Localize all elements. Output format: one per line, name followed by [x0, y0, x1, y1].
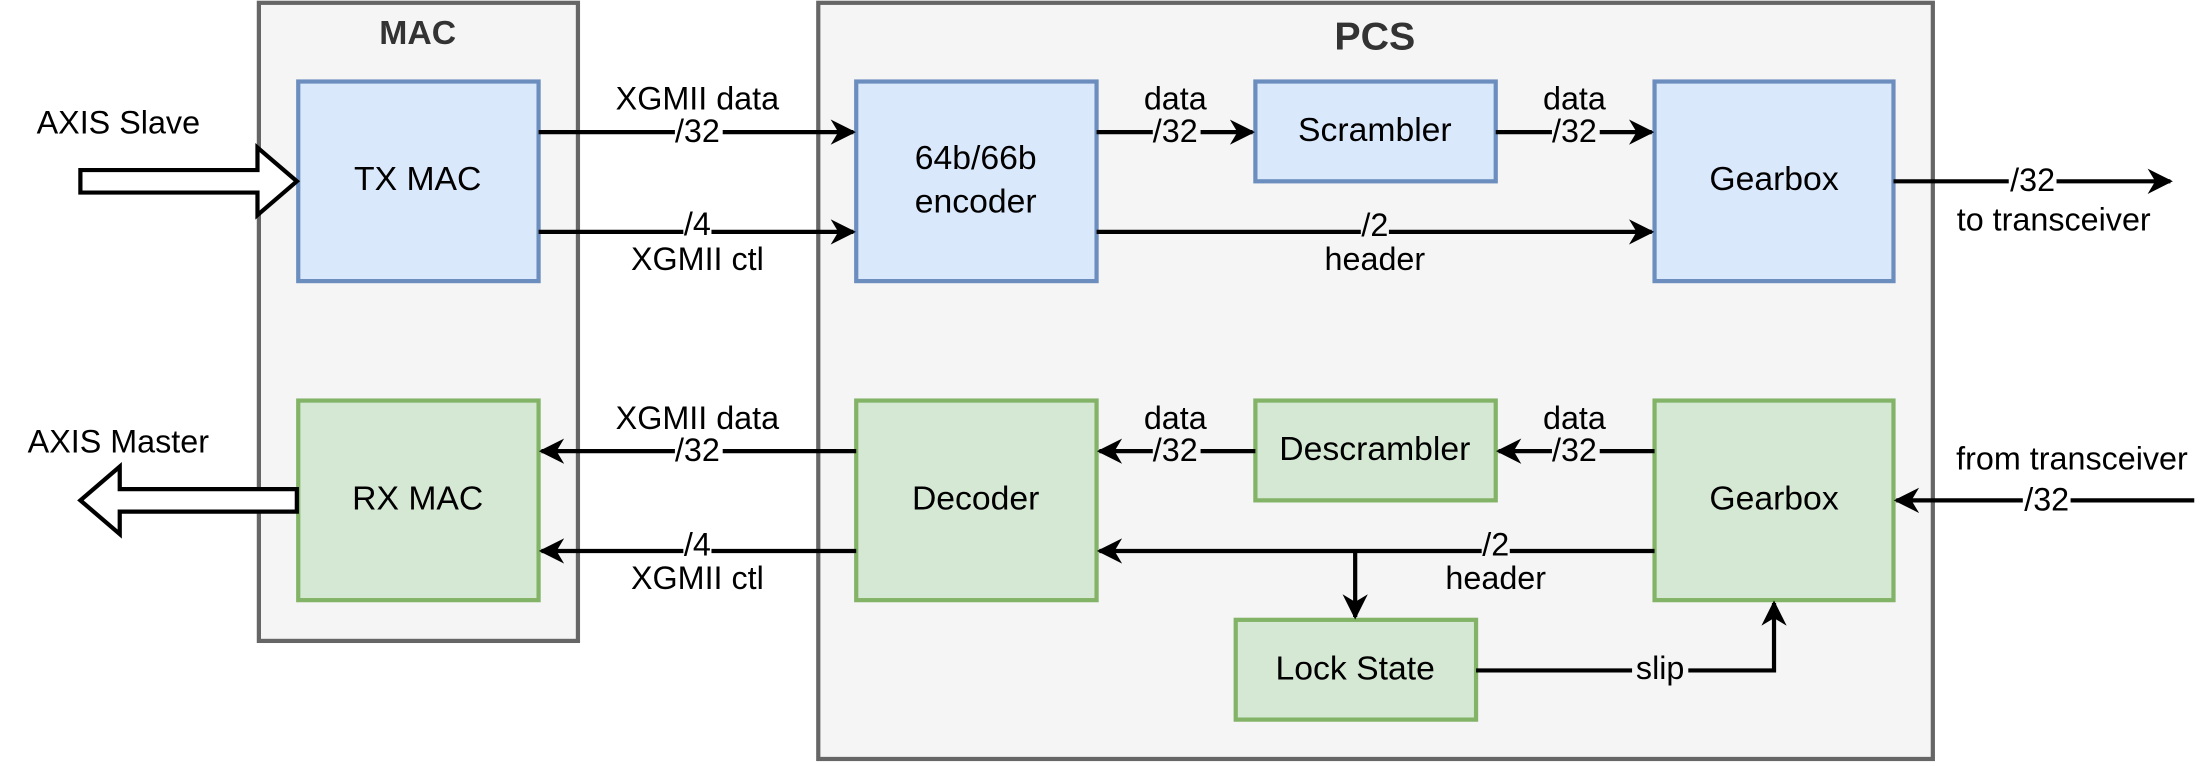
svg-text:XGMII data: XGMII data — [616, 81, 779, 117]
svg-text:/32: /32 — [2010, 162, 2055, 198]
svg-text:/4: /4 — [684, 206, 711, 242]
svg-text:/32: /32 — [675, 432, 720, 468]
pcs-mac-block-diagram: MAC PCS TX MAC 64b/66b encoder Scrambler… — [28, 0, 2195, 762]
svg-text:/32: /32 — [1552, 432, 1597, 468]
svg-text:XGMII data: XGMII data — [616, 400, 779, 436]
svg-text:data: data — [1144, 81, 1207, 117]
decoder-label: Decoder — [912, 479, 1039, 517]
svg-text:XGMII ctl: XGMII ctl — [631, 560, 764, 596]
svg-text:/32: /32 — [675, 113, 720, 149]
axis-master-label: AXIS Master — [28, 424, 210, 460]
rx-xgmii-ctl-wire: /4 XGMII ctl — [538, 526, 857, 596]
svg-text:from transceiver: from transceiver — [1956, 441, 2188, 477]
mac-title: MAC — [379, 14, 456, 52]
svg-text:data: data — [1144, 400, 1207, 436]
svg-text:/32: /32 — [1153, 113, 1198, 149]
svg-text:/32: /32 — [1153, 432, 1198, 468]
tx-xgmii-ctl-wire: /4 XGMII ctl — [538, 206, 856, 277]
svg-text:to transceiver: to transceiver — [1957, 202, 2151, 238]
pcs-title: PCS — [1334, 15, 1415, 59]
lock-state-label: Lock State — [1276, 649, 1435, 687]
tx-xgmii-data-wire: /32 XGMII data — [538, 81, 856, 149]
gearbox-tx-label: Gearbox — [1709, 160, 1838, 198]
svg-text:header: header — [1325, 241, 1426, 277]
svg-text:/2: /2 — [1361, 207, 1388, 243]
axis-slave-label: AXIS Slave — [37, 105, 200, 141]
svg-text:/32: /32 — [2024, 481, 2069, 517]
svg-text:header: header — [1445, 560, 1546, 596]
encoder-label-2: encoder — [915, 183, 1037, 221]
svg-text:data: data — [1543, 400, 1606, 436]
svg-text:slip: slip — [1636, 650, 1685, 686]
svg-text:data: data — [1543, 81, 1606, 117]
gearbox-rx-label: Gearbox — [1709, 479, 1838, 517]
descrambler-label: Descrambler — [1279, 430, 1470, 468]
axis-slave-arrow-icon — [78, 142, 301, 220]
from-transceiver-wire: /32 from transceiver — [1893, 441, 2195, 517]
svg-text:XGMII ctl: XGMII ctl — [631, 241, 764, 277]
scrambler-label: Scrambler — [1298, 111, 1452, 149]
rx-mac-label: RX MAC — [352, 479, 483, 517]
encoder-label-1: 64b/66b — [915, 139, 1037, 177]
to-transceiver-wire: /32 to transceiver — [1893, 162, 2173, 238]
svg-text:/2: /2 — [1482, 526, 1509, 562]
svg-text:/32: /32 — [1552, 113, 1597, 149]
rx-xgmii-data-wire: /32 XGMII data — [538, 400, 857, 468]
svg-text:/4: /4 — [684, 526, 711, 562]
tx-mac-label: TX MAC — [354, 160, 481, 198]
encoder-block — [854, 79, 1099, 284]
